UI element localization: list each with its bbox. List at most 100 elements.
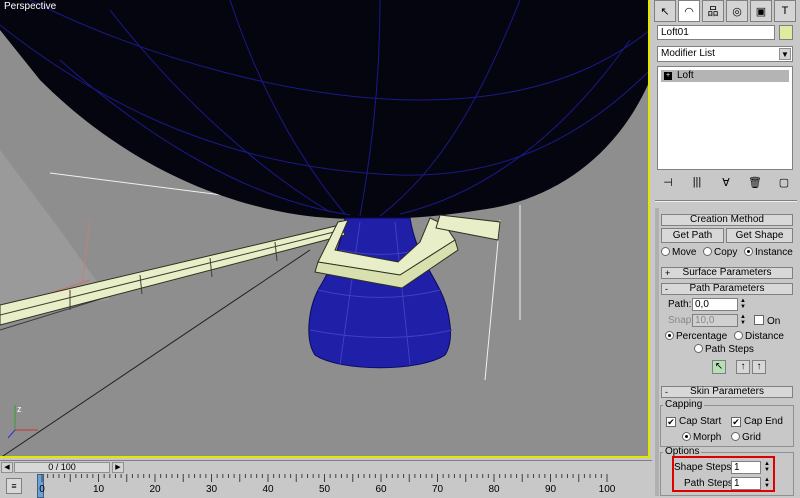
path-spinner-field[interactable]: 0,0: [692, 298, 738, 311]
morph-radio[interactable]: Morph: [682, 432, 721, 444]
cap-end-checkbox[interactable]: ✔ Cap End: [731, 416, 783, 428]
rollout-title: Skin Parameters: [690, 386, 764, 397]
ruler-tick-label: 90: [544, 484, 557, 495]
radio-dot: [682, 432, 691, 441]
previous-shape-icon[interactable]: ↑: [736, 360, 750, 374]
chevron-right-icon[interactable]: ▶: [112, 462, 124, 473]
rollout-title: Path Parameters: [689, 283, 765, 294]
move-label: Move: [672, 247, 697, 258]
radio-dot: [665, 331, 674, 340]
grid-label: Grid: [742, 432, 761, 443]
remove-modifier-icon[interactable]: 🗑: [747, 176, 763, 192]
radio-dot: [661, 247, 670, 256]
stack-item-label: Loft: [677, 70, 694, 81]
show-end-result-icon[interactable]: |||: [689, 176, 705, 192]
configure-sets-icon[interactable]: ▢: [776, 176, 792, 192]
command-panel: ↖ ◠ 品 ◎ ▣ T Loft01 Modifier List ▼ + Lof…: [652, 0, 800, 498]
pin-stack-icon[interactable]: ⊣: [660, 176, 676, 192]
time-slider[interactable]: ◀ 0 / 100 ▶: [0, 460, 652, 473]
checkbox-box: ✔: [731, 417, 741, 427]
checkbox-box: [754, 315, 764, 325]
get-shape-button[interactable]: Get Shape: [726, 228, 793, 243]
distance-radio[interactable]: Distance: [734, 331, 784, 343]
svg-text:z: z: [17, 404, 22, 414]
pick-shape-icon[interactable]: ↖: [712, 360, 726, 374]
collapse-sign: -: [665, 387, 668, 397]
panel-divider: [655, 200, 797, 202]
cap-end-label: Cap End: [744, 416, 783, 427]
move-radio[interactable]: Move: [661, 247, 696, 259]
command-panel-tabs: ↖ ◠ 品 ◎ ▣ T: [654, 0, 798, 22]
frame-ruler[interactable]: [40, 474, 652, 498]
object-name-field[interactable]: Loft01: [657, 25, 775, 40]
modifier-list-label: Modifier List: [661, 48, 715, 59]
rollout-path-parameters[interactable]: - Path Parameters: [661, 283, 793, 295]
radio-dot: [694, 344, 703, 353]
checkbox-box: ✔: [666, 417, 676, 427]
panel-scrollbar[interactable]: [655, 208, 659, 496]
display-tab-icon[interactable]: ▣: [750, 0, 772, 22]
open-mini-curve-editor-icon[interactable]: ≡: [6, 478, 22, 494]
capping-group-title: Capping: [663, 399, 705, 410]
copy-radio[interactable]: Copy: [703, 247, 737, 259]
ruler-tick-label: 50: [318, 484, 331, 495]
utilities-tab-icon[interactable]: T: [774, 0, 796, 22]
object-color-swatch[interactable]: [779, 25, 793, 40]
percentage-radio[interactable]: Percentage: [665, 331, 727, 343]
next-shape-icon[interactable]: ↑: [752, 360, 766, 374]
percentage-label: Percentage: [676, 331, 728, 342]
stack-item-loft[interactable]: + Loft: [661, 70, 789, 82]
ruler-tick-label: 80: [488, 484, 500, 495]
rollout-creation-method[interactable]: Creation Method: [661, 214, 793, 226]
radio-dot: [731, 432, 740, 441]
ruler-tick-label: 10: [92, 484, 105, 495]
viewport-label[interactable]: Perspective: [4, 1, 56, 12]
radio-dot: [703, 247, 712, 256]
perspective-viewport[interactable]: Perspective z: [0, 0, 650, 458]
on-label: On: [767, 316, 781, 327]
ruler-tick-label: 100: [598, 484, 616, 495]
chevron-left-icon[interactable]: ◀: [1, 462, 13, 473]
rollout-title: Surface Parameters: [682, 267, 772, 278]
morph-label: Morph: [693, 432, 722, 443]
radio-dot: [744, 247, 753, 256]
create-tab-icon[interactable]: ↖: [654, 0, 676, 22]
grid-radio[interactable]: Grid: [731, 432, 761, 444]
cap-start-label: Cap Start: [679, 416, 722, 427]
expand-icon[interactable]: +: [664, 72, 672, 80]
collapse-sign: -: [665, 284, 668, 294]
time-slider-thumb[interactable]: 0 / 100: [14, 462, 110, 473]
snap-spinner-field[interactable]: 10,0: [692, 314, 738, 327]
cap-start-checkbox[interactable]: ✔ Cap Start: [666, 416, 721, 428]
modify-tab-icon[interactable]: ◠: [678, 0, 700, 22]
rollout-skin-parameters[interactable]: - Skin Parameters: [661, 386, 793, 398]
ruler-tick-label: 70: [431, 484, 444, 495]
spinner-arrows-icon[interactable]: ▲ ▼: [739, 298, 747, 311]
ruler-tick-label: 60: [375, 484, 387, 495]
ruler-tick-label: 20: [149, 484, 161, 495]
radio-dot: [734, 331, 743, 340]
expand-sign: +: [665, 268, 671, 278]
modifier-stack[interactable]: + Loft: [657, 66, 793, 170]
ruler-tick-label: 0: [39, 484, 45, 495]
snap-on-checkbox[interactable]: On: [754, 315, 780, 328]
make-unique-icon[interactable]: ∀: [718, 176, 734, 192]
instance-radio[interactable]: Instance: [744, 247, 793, 259]
track-bar[interactable]: ≡ 0 10 20 30 40 50 60 70 80 90 100: [0, 474, 652, 498]
snap-label: Snap:: [668, 315, 695, 326]
scene-canvas: z: [0, 0, 648, 456]
instance-label: Instance: [755, 247, 793, 258]
stack-toolbar: ⊣ ||| ∀ 🗑 ▢: [660, 176, 792, 192]
chevron-down-icon[interactable]: ▼: [779, 48, 791, 60]
hierarchy-tab-icon[interactable]: 品: [702, 0, 724, 22]
rollout-title: Creation Method: [690, 214, 764, 225]
modifier-list-dropdown[interactable]: Modifier List ▼: [657, 46, 793, 62]
motion-tab-icon[interactable]: ◎: [726, 0, 748, 22]
spinner-arrows-icon[interactable]: ▲ ▼: [739, 314, 747, 327]
path-label: Path:: [668, 299, 692, 310]
rollout-surface-parameters[interactable]: + Surface Parameters: [661, 267, 793, 279]
get-path-button[interactable]: Get Path: [661, 228, 724, 243]
ruler-tick-label: 40: [262, 484, 274, 495]
path-steps-radio[interactable]: Path Steps: [694, 344, 754, 356]
ruler-tick-label: 30: [205, 484, 218, 495]
